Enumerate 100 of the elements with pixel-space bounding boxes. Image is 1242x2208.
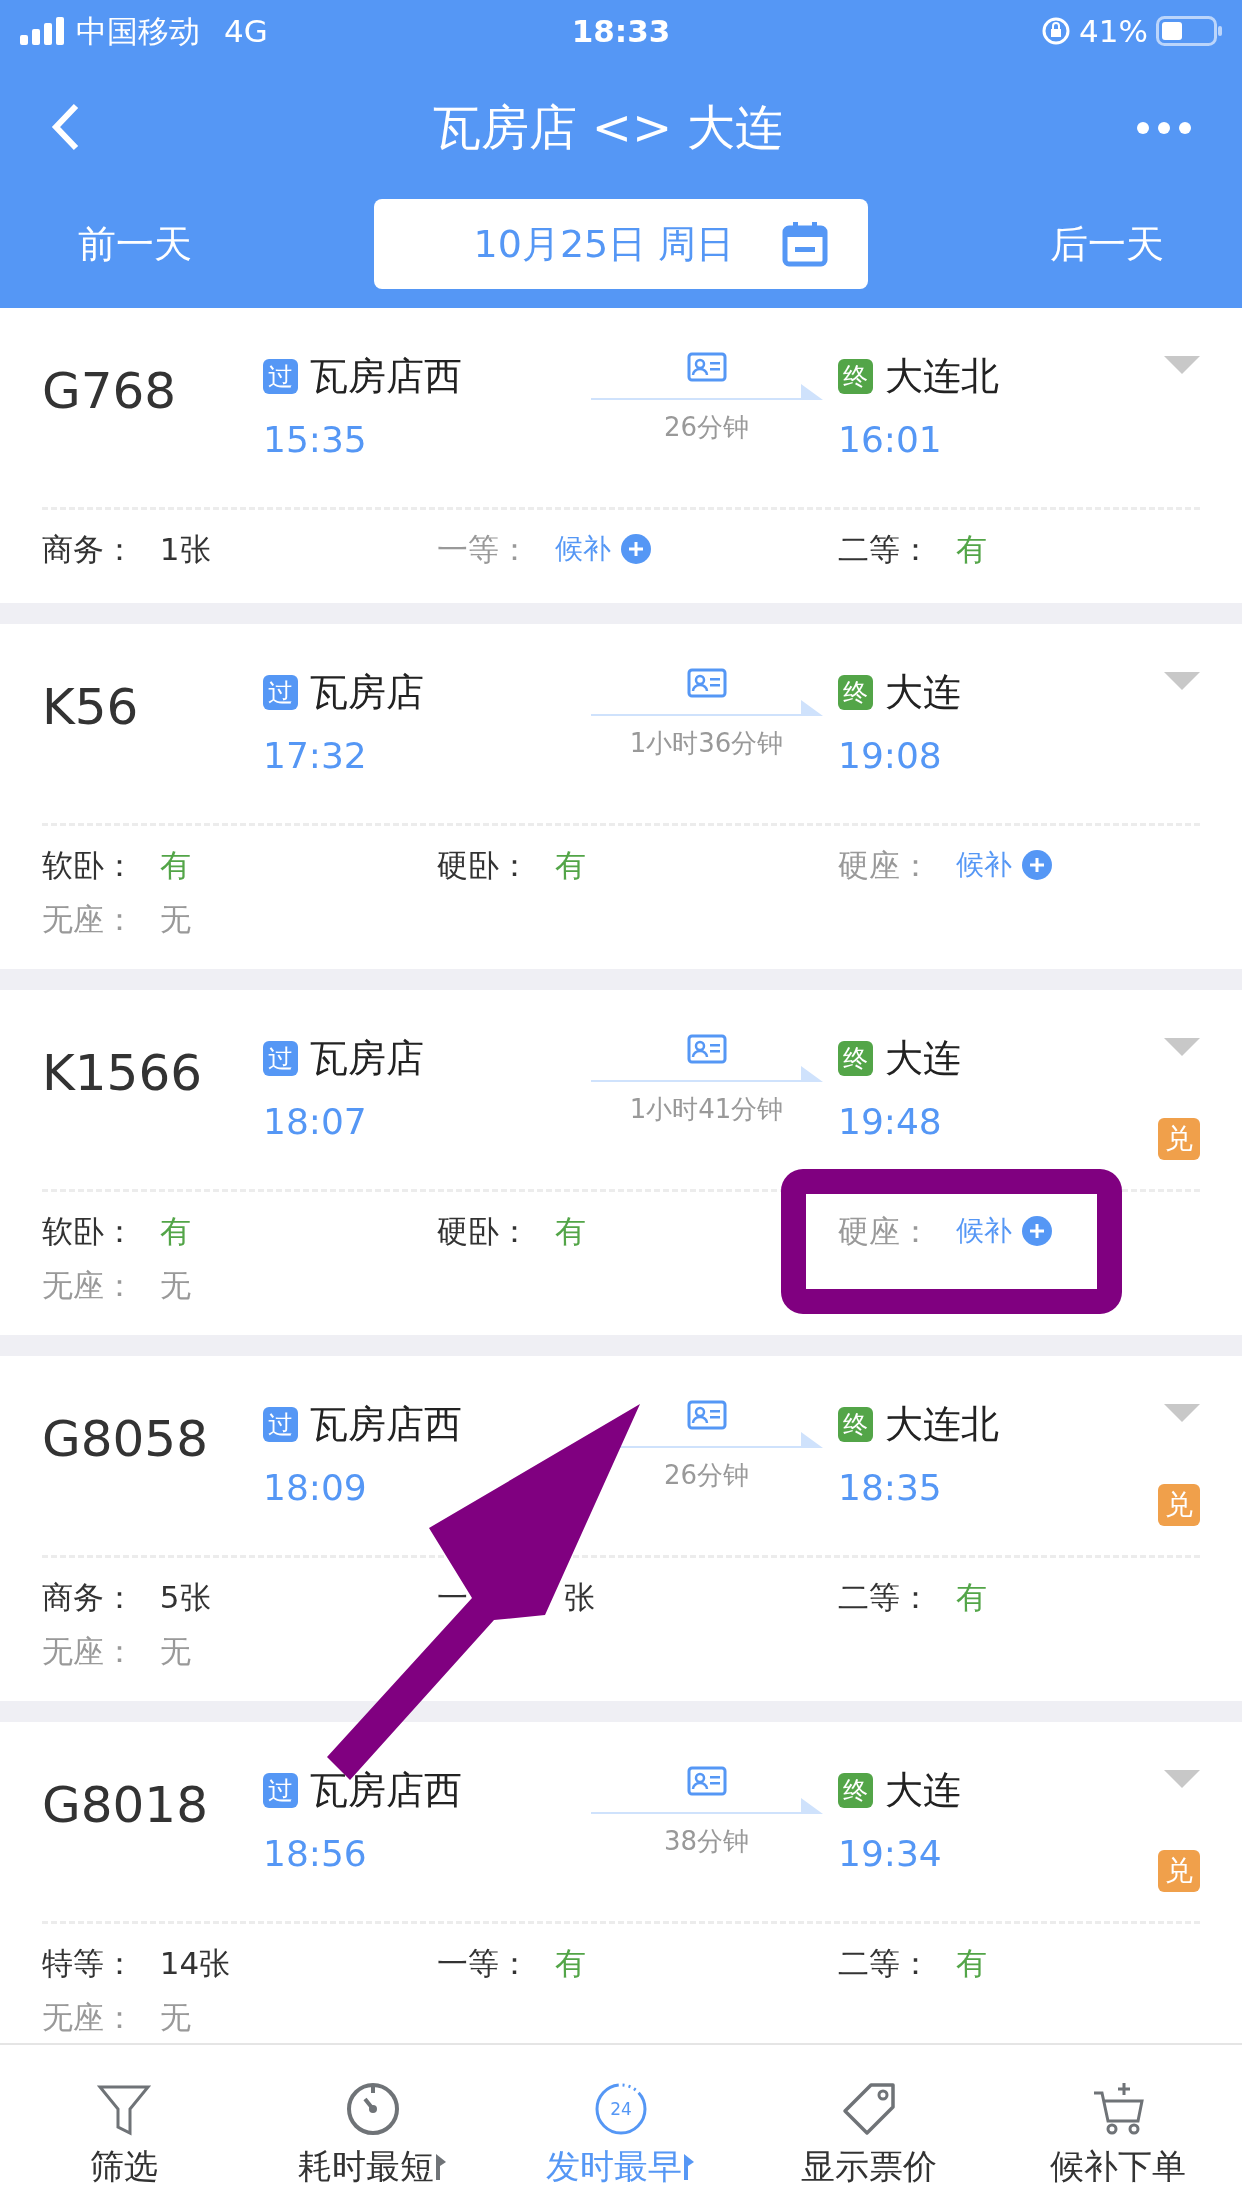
train-card[interactable]: K56 过 瓦房店 17:32 1小时36分钟 终 大连 19:08 软卧： 有 硬卧： 有 硬座： 候补 无座： 无 <box>0 624 1242 969</box>
arrival-time: 19:48 <box>838 1100 942 1144</box>
seat-class: 无座： <box>42 1631 136 1671</box>
arrival-time: 16:01 <box>838 418 942 462</box>
terminal-tag: 终 <box>838 675 873 710</box>
sort-caret-icon <box>433 2151 448 2182</box>
id-card-icon <box>686 668 727 698</box>
seat-availability: 1张 <box>159 529 211 569</box>
battery-icon <box>1156 16 1222 46</box>
dropdown-icon[interactable] <box>1164 1038 1200 1058</box>
departure-time: 18:09 <box>263 1466 367 1510</box>
seat-class: 无座： <box>42 899 136 939</box>
seat-class: 商务： <box>42 529 136 569</box>
arrival-time: 19:34 <box>838 1832 942 1876</box>
train-number: K1566 <box>42 1043 204 1104</box>
exchange-tag: 兑 <box>1158 1118 1200 1160</box>
train-number: K56 <box>42 677 140 738</box>
travel-duration: 38分钟 <box>663 1825 750 1858</box>
price-tag-icon[interactable] <box>841 2081 898 2137</box>
arrival-station: 大连北 <box>885 1401 999 1448</box>
tab-bar-item[interactable]: 耗时最短 <box>248 2045 497 2208</box>
exchange-tag: 兑 <box>1158 1484 1200 1526</box>
add-icon[interactable] <box>1021 850 1052 880</box>
stopwatch-icon[interactable] <box>344 2081 401 2137</box>
seat-availability: 有 <box>554 1211 586 1251</box>
id-card-icon <box>686 1034 727 1064</box>
train-card[interactable]: G8018 过 瓦房店西 18:56 38分钟 终 大连 19:34 兑 特等： 14张 一等： 有 二等： 有 无座： 无 <box>0 1722 1242 2043</box>
terminal-tag: 终 <box>838 1773 873 1808</box>
train-card[interactable]: G8058 过 瓦房店西 18:09 26分钟 终 大连北 18:35 兑 商务： 5张 一 张 二等： 有 无座： 无 <box>0 1356 1242 1701</box>
pass-through-tag: 过 <box>263 1041 298 1076</box>
train-number: G768 <box>42 361 178 422</box>
seat-class: 二等： <box>838 1577 932 1617</box>
seat-class: 一等： <box>437 529 531 569</box>
seat-class: 软卧： <box>42 845 136 885</box>
seat-availability: 14张 <box>159 1943 231 1983</box>
back-button[interactable] <box>50 102 80 152</box>
terminal-tag: 终 <box>838 359 873 394</box>
seat-class: 商务： <box>42 1577 136 1617</box>
travel-duration: 26分钟 <box>663 1459 750 1492</box>
seat-class: 硬卧： <box>437 845 531 885</box>
seat-class: 硬座： <box>838 1211 932 1251</box>
page-title: 瓦房店 <> 大连 <box>432 98 784 157</box>
terminal-tag: 终 <box>838 1041 873 1076</box>
arrival-time: 19:08 <box>838 734 942 778</box>
seat-availability: 有 <box>955 529 987 569</box>
signal-icon <box>20 17 64 45</box>
arrival-time: 18:35 <box>838 1466 942 1510</box>
arrival-station: 大连 <box>885 669 961 716</box>
network-type: 4G <box>224 11 268 51</box>
pass-through-tag: 过 <box>263 1407 298 1442</box>
seat-class: 无座： <box>42 1997 136 2037</box>
seat-class: 二等： <box>838 1943 932 1983</box>
seat-availability: 无 <box>159 899 191 939</box>
seat-availability: 候补 <box>955 847 1012 883</box>
add-icon[interactable] <box>620 534 651 564</box>
more-icon <box>1136 120 1192 135</box>
train-number: G8018 <box>42 1775 209 1836</box>
seat-class: 无座： <box>42 1265 136 1305</box>
seat-class: 一等： <box>437 1943 531 1983</box>
seat-class: 硬卧： <box>437 1211 531 1251</box>
seat-availability: 无 <box>159 1997 191 2037</box>
seat-availability: 有 <box>554 1943 586 1983</box>
carrier-name: 中国移动 <box>76 11 200 51</box>
pass-through-tag: 过 <box>263 359 298 394</box>
seat-availability: 有 <box>554 845 586 885</box>
status-time: 18:33 <box>571 11 671 51</box>
terminal-tag: 终 <box>838 1407 873 1442</box>
dropdown-icon[interactable] <box>1164 356 1200 376</box>
train-card[interactable]: G768 过 瓦房店西 15:35 26分钟 终 大连北 16:01 商务： 1张 一等： 候补 二等： 有 <box>0 308 1242 603</box>
dropdown-icon[interactable] <box>1164 672 1200 692</box>
sort-caret-icon <box>682 2151 696 2182</box>
seat-availability: 无 <box>159 1265 191 1305</box>
id-card-icon <box>686 1766 727 1796</box>
seat-availability: 有 <box>955 1943 987 1983</box>
travel-duration: 1小时41分钟 <box>629 1093 784 1126</box>
seat-availability: 候补 <box>955 1213 1012 1249</box>
travel-duration: 26分钟 <box>663 411 750 444</box>
arrival-station: 大连 <box>885 1035 961 1082</box>
seat-class: 软卧： <box>42 1211 136 1251</box>
id-card-icon <box>686 1400 727 1430</box>
tab-bar-item[interactable]: 显示票价 <box>745 2045 994 2208</box>
pass-through-tag: 过 <box>263 1773 298 1808</box>
seat-availability: 无 <box>159 1631 191 1671</box>
add-icon[interactable] <box>1021 1216 1052 1246</box>
departure-station: 瓦房店 <box>310 1035 424 1082</box>
departure-time: 17:32 <box>263 734 367 778</box>
tab-bar-item[interactable]: 候补下单 <box>993 2045 1242 2208</box>
exchange-tag: 兑 <box>1158 1850 1200 1892</box>
back-icon <box>50 102 80 152</box>
train-number: G8058 <box>42 1409 209 1470</box>
departure-station: 瓦房店西 <box>310 1401 462 1448</box>
departure-station: 瓦房店西 <box>310 353 462 400</box>
departure-time: 15:35 <box>263 418 367 462</box>
dropdown-icon[interactable] <box>1164 1404 1200 1424</box>
tab-bar-item[interactable]: 筛选 <box>0 2045 249 2208</box>
departure-time: 18:56 <box>263 1832 367 1876</box>
train-card[interactable]: K1566 过 瓦房店 18:07 1小时41分钟 终 大连 19:48 兑 软卧： 有 硬卧： 有 硬座： 候补 无座： 无 <box>0 990 1242 1335</box>
dropdown-icon[interactable] <box>1164 1770 1200 1790</box>
seat-availability: 有 <box>159 845 191 885</box>
departure-station: 瓦房店西 <box>310 1767 462 1814</box>
